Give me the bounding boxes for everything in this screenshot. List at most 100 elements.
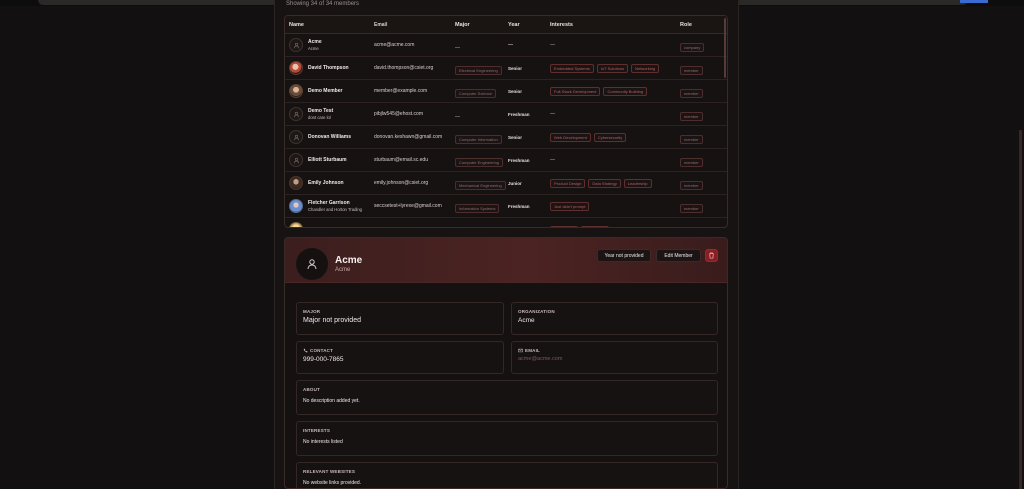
- interest-tag: Just didn't prompt: [550, 201, 590, 211]
- role-cell: member: [680, 105, 724, 123]
- interest-tag: Leadership: [623, 178, 652, 188]
- websites-label: RELEVANT WEBSITES: [303, 469, 356, 474]
- major-value: Major not provided: [303, 317, 361, 324]
- name-cell: Acme Acme: [285, 38, 374, 52]
- edit-member-button[interactable]: Edit Member: [656, 249, 701, 262]
- year-badge-button[interactable]: Year not provided: [597, 249, 651, 262]
- column-header-name[interactable]: Name: [285, 22, 374, 28]
- interests-card: INTERESTS No interests listed: [296, 421, 718, 456]
- member-name[interactable]: Emily Johnson: [308, 180, 344, 187]
- name-cell: Donovan Williams: [285, 130, 374, 144]
- interests-cell: [550, 226, 680, 227]
- member-name[interactable]: Donovan Williams: [308, 134, 351, 141]
- table-row[interactable]: Elliott Sturbaum sturbaum@email.sc.edu C…: [285, 149, 727, 172]
- table-row[interactable]: Acme Acme acme@acme.com — — — company: [285, 34, 727, 57]
- delete-member-button[interactable]: [705, 249, 718, 262]
- member-detail-panel: Acme Acme Year not provided Edit Member …: [284, 237, 728, 489]
- contact-card: CONTACT 999-000-7865: [296, 341, 504, 374]
- interest-tag: IoT Solutions: [596, 63, 629, 73]
- role-badge: company: [680, 43, 705, 52]
- major-cell: Computer Information: [455, 128, 508, 146]
- name-block: Demo Test dont care lol: [308, 108, 333, 120]
- table-row[interactable]: [285, 218, 727, 228]
- role-cell: member: [680, 59, 724, 77]
- email-cell: pibjlw545@ehost.com: [374, 111, 423, 117]
- table-header: Name Email Major Year Interests Role: [285, 16, 727, 34]
- email-cell: donovan.keshawn@gmail.com: [374, 134, 443, 140]
- major-cell: —: [455, 105, 508, 123]
- interests-cell: Embedded Systems IoT Solutions Networking: [550, 63, 680, 73]
- major-card: MAJOR Major not provided: [296, 302, 504, 335]
- member-name[interactable]: Demo Member: [308, 88, 342, 95]
- interest-tag: Data Strategy: [588, 178, 621, 188]
- interests-cell: Product Design Data Strategy Leadership: [550, 178, 680, 188]
- interests-value: No interests listed: [303, 439, 343, 445]
- year-value: Senior: [508, 65, 523, 71]
- email-label: EMAIL: [525, 348, 540, 353]
- member-subtitle: Acme: [308, 45, 319, 51]
- trash-icon: [709, 252, 714, 259]
- table-row[interactable]: Demo Member member@example.com Computer …: [285, 80, 727, 103]
- column-header-role[interactable]: Role: [680, 22, 724, 28]
- year-cell: Senior: [508, 66, 550, 71]
- user-icon: [307, 259, 317, 270]
- member-subtitle: Chandler and Horton Trading: [308, 206, 363, 212]
- role-badge: member: [680, 204, 703, 213]
- interest-tag: Product Design: [550, 178, 586, 188]
- name-block: Acme Acme: [308, 39, 322, 51]
- table-row[interactable]: Demo Test dont care lol pibjlw545@ehost.…: [285, 103, 727, 126]
- user-icon: [293, 134, 299, 140]
- name-cell: Elliott Sturbaum: [285, 153, 374, 167]
- name-block: Donovan Williams: [308, 134, 351, 141]
- table-row[interactable]: Emily Johnson emily.johnson@csiet.org Me…: [285, 172, 727, 195]
- interests-label: INTERESTS: [303, 428, 331, 433]
- year-cell: —: [508, 42, 550, 48]
- page-scrollbar[interactable]: [1019, 130, 1022, 489]
- websites-card: RELEVANT WEBSITES No website links provi…: [296, 462, 718, 488]
- user-icon: [293, 157, 299, 163]
- table-row[interactable]: Fletcher Garrison Chandler and Horton Tr…: [285, 195, 727, 218]
- member-name[interactable]: David Thompson: [308, 65, 349, 72]
- organization-card: ORGANIZATION Acme: [511, 302, 718, 335]
- name-block: Elliott Sturbaum: [308, 157, 347, 164]
- name-cell: Demo Test dont care lol: [285, 107, 374, 121]
- contact-label: CONTACT: [310, 348, 334, 353]
- role-badge: member: [680, 112, 703, 121]
- showing-count: Showing 34 of 34 members: [286, 1, 360, 7]
- column-header-major[interactable]: Major: [455, 22, 508, 28]
- table-body: Acme Acme acme@acme.com — — — company Da…: [285, 34, 727, 228]
- table-scrollbar[interactable]: [724, 18, 726, 78]
- phone-icon: [303, 348, 308, 353]
- avatar: [289, 38, 303, 52]
- interest-tag: Web Development: [550, 132, 591, 142]
- user-icon: [293, 111, 299, 117]
- table-row[interactable]: David Thompson david.thompson@csiet.org …: [285, 57, 727, 80]
- column-header-email[interactable]: Email: [374, 22, 455, 28]
- interests-value: —: [550, 157, 555, 163]
- interests-cell: —: [550, 111, 680, 117]
- name-cell: Demo Member: [285, 84, 374, 98]
- email-cell: sturbaum@email.sc.edu: [374, 157, 428, 163]
- major-tag: Computer Engineering: [455, 158, 504, 167]
- column-header-interests[interactable]: Interests: [550, 22, 680, 28]
- column-header-year[interactable]: Year: [508, 22, 550, 28]
- role-badge: [680, 227, 688, 228]
- avatar: [289, 107, 303, 121]
- interest-tag: [550, 226, 578, 227]
- avatar: [289, 153, 303, 167]
- major-value: —: [455, 114, 460, 120]
- contact-value: 999-000-7865: [303, 356, 344, 363]
- organization-label: ORGANIZATION: [518, 309, 555, 314]
- year-value: Senior: [508, 134, 523, 140]
- name-block: Fletcher Garrison Chandler and Horton Tr…: [308, 200, 362, 212]
- email-cell: david.thompson@csiet.org: [374, 65, 434, 71]
- email-cell: emily.johnson@csiet.org: [374, 180, 429, 186]
- role-cell: member: [680, 197, 724, 215]
- member-name[interactable]: Elliott Sturbaum: [308, 157, 347, 164]
- year-value: Junior: [508, 180, 522, 186]
- name-block: Demo Member: [308, 88, 342, 95]
- email-link[interactable]: acme@acme.com: [518, 356, 711, 362]
- table-row[interactable]: Donovan Williams donovan.keshawn@gmail.c…: [285, 126, 727, 149]
- interest-tag: Embedded Systems: [550, 63, 594, 73]
- year-cell: Freshman: [508, 158, 550, 163]
